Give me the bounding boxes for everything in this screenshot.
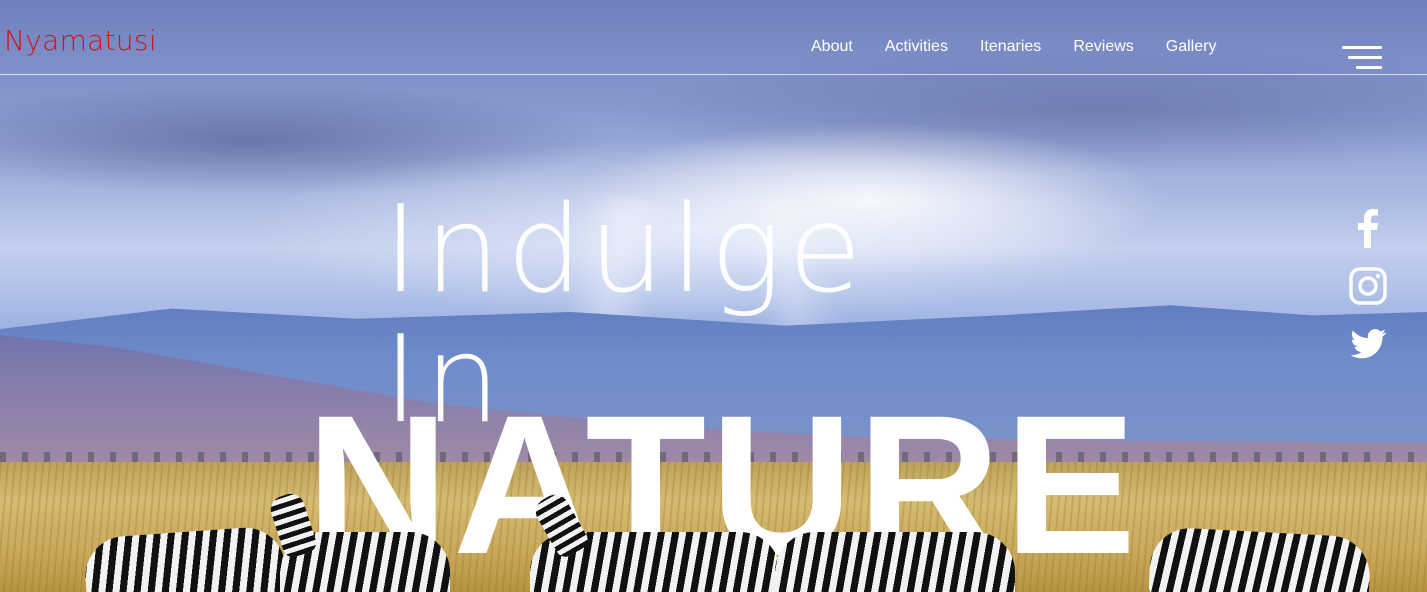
zebra-image [530, 489, 780, 592]
hamburger-menu-icon[interactable] [1342, 46, 1382, 72]
social-links [1348, 208, 1388, 382]
instagram-icon[interactable] [1348, 266, 1388, 306]
nav-link-activities[interactable]: Activities [885, 37, 948, 57]
nav-link-reviews[interactable]: Reviews [1073, 37, 1133, 57]
brand-logo[interactable]: Nyamatusi [4, 27, 157, 55]
zebra-image [1148, 526, 1372, 592]
zebra-image [775, 532, 1015, 592]
zebra-image [267, 490, 450, 592]
twitter-icon[interactable] [1348, 324, 1388, 364]
nav-link-gallery[interactable]: Gallery [1166, 37, 1217, 57]
navbar: Nyamatusi About Activities Itenaries Rev… [0, 0, 1427, 75]
hero-section: Indulge In NATURE Nyamatusi About Activi… [0, 0, 1427, 592]
nav-link-about[interactable]: About [811, 37, 853, 57]
facebook-icon[interactable] [1348, 208, 1388, 248]
nav-link-itenaries[interactable]: Itenaries [980, 37, 1041, 57]
nav-links: About Activities Itenaries Reviews Galle… [811, 37, 1248, 57]
